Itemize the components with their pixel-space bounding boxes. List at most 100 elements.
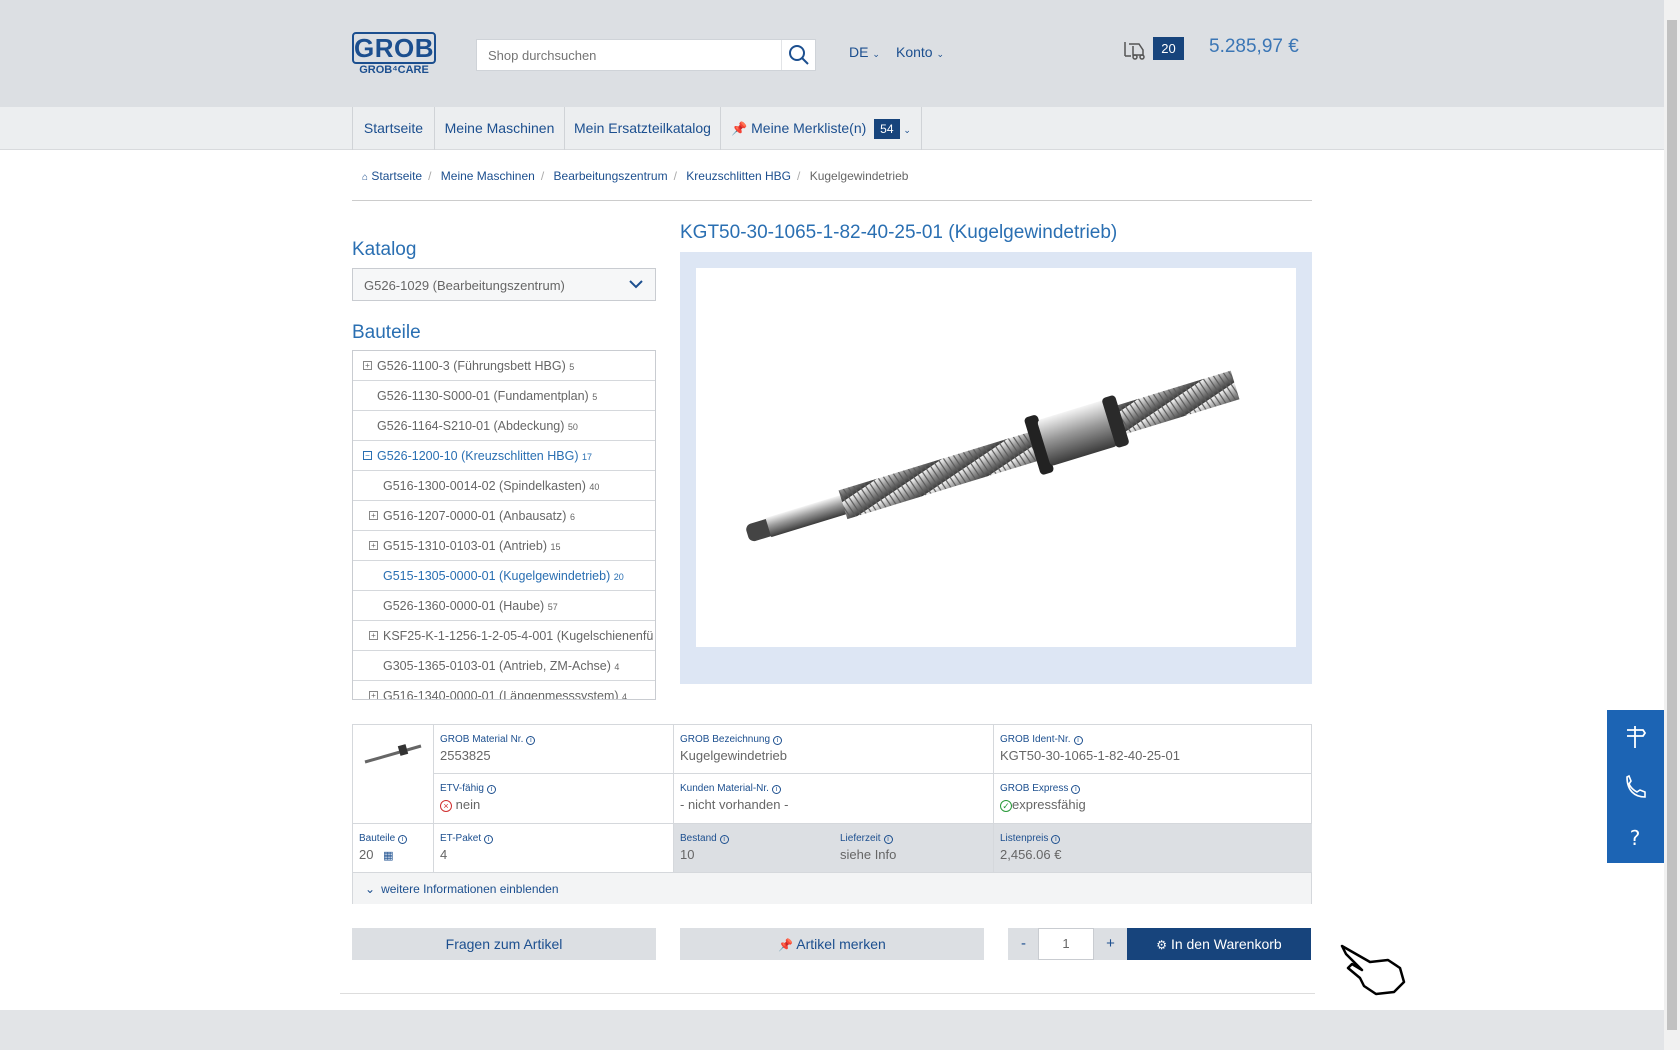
tree-item[interactable]: + KSF25-K-1-1256-1-2-05-4-001 (Kugelschi… — [353, 621, 655, 651]
tree-item[interactable]: G305-1365-0103-01 (Antrieb, ZM-Achse) 4 — [353, 651, 655, 681]
info-icon[interactable]: i — [883, 835, 893, 844]
breadcrumb-maschinen[interactable]: Meine Maschinen — [441, 169, 535, 183]
ask-about-article-button[interactable]: Fragen zum Artikel — [352, 928, 656, 960]
phone-button[interactable] — [1607, 761, 1664, 812]
add-to-cart-button[interactable]: ⚙ In den Warenkorb — [1127, 928, 1311, 960]
expand-icon[interactable]: + — [363, 361, 372, 370]
nav-startseite[interactable]: Startseite — [352, 107, 434, 150]
chevron-down-icon: ⌄ — [936, 49, 945, 59]
lieferzeit-cell: Lieferzeit i siehe Info — [834, 824, 994, 873]
parts-title: Bauteile — [352, 322, 421, 343]
signpost-button[interactable] — [1607, 710, 1664, 761]
info-icon[interactable]: i — [484, 835, 494, 844]
remember-article-button[interactable]: 📌 Artikel merken — [680, 928, 984, 960]
bezeichnung-cell: GROB Bezeichnung i Kugelgewindetrieb — [674, 725, 994, 774]
more-info-toggle[interactable]: ⌄ weitere Informationen einblenden — [353, 873, 1311, 904]
tree-item[interactable]: G526-1360-0000-01 (Haube) 57 — [353, 591, 655, 621]
bestand-cell: Bestand i 10 — [674, 824, 834, 873]
tree-item[interactable]: G526-1130-S000-01 (Fundamentplan) 5 — [353, 381, 655, 411]
quantity-decrease-button[interactable]: - — [1008, 928, 1039, 960]
logo-subtitle: GROB⁴CARE — [359, 64, 429, 76]
tree-item-label: G516-1207-0000-01 (Anbausatz) — [383, 509, 567, 523]
search-icon — [789, 45, 809, 65]
info-icon[interactable]: i — [1073, 736, 1083, 745]
pin-icon: 📌 — [778, 938, 794, 952]
grob-logo[interactable]: GROB GROB⁴CARE — [352, 32, 436, 76]
tree-item-count: 40 — [589, 482, 600, 492]
more-info-label: weitere Informationen einblenden — [381, 882, 559, 896]
kunden-label: Kunden Material-Nr. — [680, 783, 769, 794]
info-icon[interactable]: i — [1051, 835, 1061, 844]
product-image[interactable] — [696, 268, 1296, 647]
tree-item[interactable]: + G516-1340-0000-01 (Längenmesssystem) 4 — [353, 681, 655, 699]
cart-count-badge[interactable]: 20 — [1153, 37, 1184, 60]
breadcrumb-startseite[interactable]: Startseite — [371, 169, 422, 183]
forklift-cart-icon: ⚙ — [1156, 938, 1168, 952]
tree-item-label: G515-1305-0000-01 (Kugelgewindetrieb) — [383, 569, 611, 583]
tree-item-count: 57 — [547, 602, 558, 612]
info-icon[interactable]: i — [771, 785, 781, 794]
tree-item[interactable]: − G526-1200-10 (Kreuzschlitten HBG) 17 — [353, 441, 655, 471]
signpost-icon — [1627, 726, 1647, 748]
info-icon[interactable]: i — [398, 835, 408, 844]
chevron-down-icon: ⌄ — [903, 125, 911, 135]
forklift-cart-icon[interactable] — [1123, 38, 1149, 60]
breadcrumb-current: Kugelgewindetrieb — [809, 169, 909, 183]
info-icon[interactable]: i — [719, 835, 729, 844]
search-input[interactable] — [477, 40, 777, 70]
express-label: GROB Express — [1000, 783, 1069, 794]
lieferzeit-label: Lieferzeit — [840, 833, 881, 844]
quantity-increase-button[interactable]: + — [1094, 928, 1127, 960]
nav-meine-maschinen[interactable]: Meine Maschinen — [434, 107, 564, 150]
nav-merkliste[interactable]: 📌 Meine Merkliste(n) 54 ⌄ — [720, 107, 922, 150]
catalog-title: Katalog — [352, 239, 417, 260]
main-navigation: Startseite Meine Maschinen Mein Ersatzte… — [0, 107, 1664, 150]
language-selector[interactable]: DE ⌄ — [849, 44, 880, 60]
info-icon[interactable]: i — [1071, 785, 1081, 794]
tree-item[interactable]: + G516-1207-0000-01 (Anbausatz) 6 — [353, 501, 655, 531]
expand-icon[interactable]: + — [369, 631, 378, 640]
tree-item[interactable]: + G526-1100-3 (Führungsbett HBG) 5 — [353, 351, 655, 381]
tree-item[interactable]: G516-1300-0014-02 (Spindelkasten) 40 — [353, 471, 655, 501]
search-button[interactable] — [781, 40, 815, 70]
collapse-icon[interactable]: − — [363, 451, 372, 460]
parts-list-icon[interactable]: ▦ — [383, 850, 393, 862]
etpaket-value: 4 — [440, 847, 448, 862]
cart-total[interactable]: 5.285,97 € — [1209, 36, 1299, 58]
question-icon: ? — [1630, 826, 1641, 850]
tree-item-label: G515-1310-0103-01 (Antrieb) — [383, 539, 547, 553]
catalog-select[interactable]: G526-1029 (Bearbeitungszentrum) — [352, 268, 656, 301]
svg-text:?: ? — [1630, 826, 1641, 850]
pin-icon: 📌 — [731, 121, 748, 136]
help-button[interactable]: ? — [1607, 812, 1664, 863]
account-menu[interactable]: Konto ⌄ — [896, 44, 944, 60]
breadcrumb-bearbeitungszentrum[interactable]: Bearbeitungszentrum — [554, 169, 668, 183]
expand-icon[interactable]: + — [369, 691, 378, 699]
ident-label: GROB Ident-Nr. — [1000, 734, 1071, 745]
etv-value: nein — [455, 797, 481, 812]
quantity-input[interactable]: 1 — [1038, 928, 1094, 960]
expand-icon[interactable]: + — [369, 541, 378, 550]
account-label: Konto — [896, 44, 933, 60]
expand-icon[interactable]: + — [369, 511, 378, 520]
chevron-down-icon — [629, 280, 643, 289]
product-info-table: GROB Material Nr. i 2553825 GROB Bezeichn… — [352, 724, 1312, 904]
tree-item-selected[interactable]: G515-1305-0000-01 (Kugelgewindetrieb) 20 — [353, 561, 655, 591]
logo-mark: GROB — [352, 32, 436, 64]
scrollbar-thumb[interactable] — [1667, 20, 1677, 1030]
nav-ersatzteilkatalog[interactable]: Mein Ersatzteilkatalog — [564, 107, 720, 150]
kunden-cell: Kunden Material-Nr. i - nicht vorhanden - — [674, 774, 994, 824]
info-icon[interactable]: i — [486, 785, 496, 794]
tree-item-count: 5 — [569, 362, 575, 372]
info-icon[interactable]: i — [773, 736, 783, 745]
lieferzeit-value: siehe Info — [840, 847, 897, 862]
tree-item-label: G526-1130-S000-01 (Fundamentplan) — [377, 389, 589, 403]
info-icon[interactable]: i — [526, 736, 536, 745]
product-thumbnail[interactable] — [359, 734, 427, 774]
breadcrumb-kreuzschlitten[interactable]: Kreuzschlitten HBG — [686, 169, 791, 183]
listenpreis-label: Listenpreis — [1000, 833, 1049, 844]
chevron-down-icon: ⌄ — [872, 49, 880, 59]
bauteile-label: Bauteile — [359, 833, 396, 844]
tree-item[interactable]: G526-1164-S210-01 (Abdeckung) 50 — [353, 411, 655, 441]
tree-item[interactable]: + G515-1310-0103-01 (Antrieb) 15 — [353, 531, 655, 561]
